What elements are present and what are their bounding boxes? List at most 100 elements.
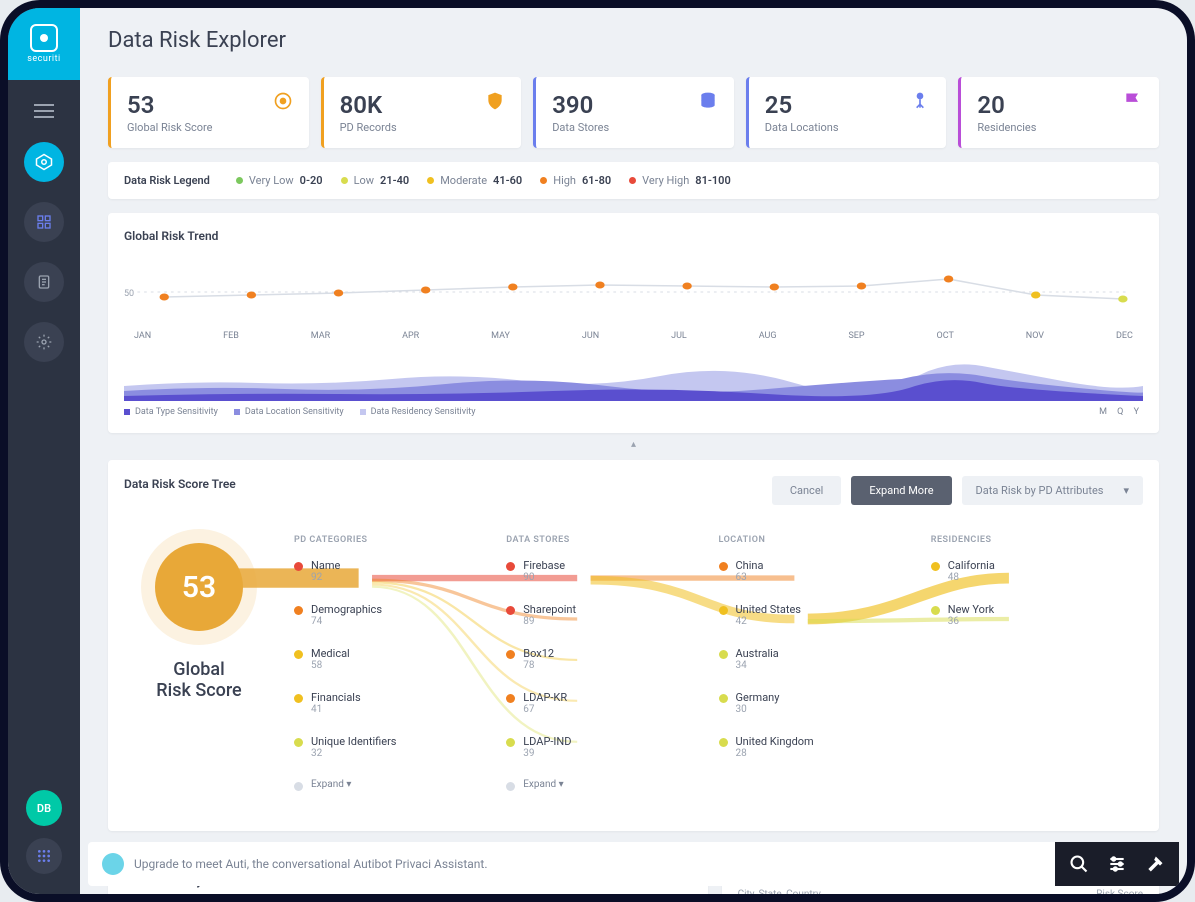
filter-sliders-icon[interactable] xyxy=(1107,854,1127,874)
legend-item: Low 21-40 xyxy=(341,174,410,187)
chat-bar[interactable]: Upgrade to meet Auti, the conversational… xyxy=(88,842,1055,886)
risk-dot-icon xyxy=(719,606,728,615)
node-name: LDAP-KR xyxy=(523,691,567,704)
tree-node[interactable]: Name92 xyxy=(294,559,506,583)
node-name: Unique Identifiers xyxy=(311,735,396,748)
expand-more-button[interactable]: Expand More xyxy=(851,476,951,505)
expand-link[interactable]: Expand ▾ xyxy=(311,779,351,790)
risk-dot-icon xyxy=(506,562,515,571)
flag-icon xyxy=(1123,91,1143,111)
node-name: United States xyxy=(736,603,801,616)
tree-node[interactable]: United States42 xyxy=(719,603,931,627)
trend-area-chart[interactable] xyxy=(124,351,1143,401)
node-name: Sharepoint xyxy=(523,603,576,616)
node-name: Demographics xyxy=(311,603,382,616)
kpi-residencies[interactable]: 20Residencies xyxy=(958,77,1159,148)
risk-dot-icon xyxy=(294,694,303,703)
node-value: 67 xyxy=(523,704,567,715)
node-value: 28 xyxy=(736,748,814,759)
user-avatar[interactable]: DB xyxy=(26,790,62,826)
kpi-global-risk-score[interactable]: 53Global Risk Score xyxy=(108,77,309,148)
collapse-handle-icon[interactable]: ▴ xyxy=(108,439,1159,450)
risk-dot-icon xyxy=(294,606,303,615)
kpi-value: 20 xyxy=(977,91,1036,119)
nav-settings-icon[interactable] xyxy=(24,322,64,362)
kpi-data-locations[interactable]: 25 Data Locations xyxy=(746,77,947,148)
node-value: 58 xyxy=(311,660,350,671)
attribute-dropdown[interactable]: Data Risk by PD Attributes▾ xyxy=(962,476,1143,505)
expand-dot-icon xyxy=(294,782,303,791)
build-hammer-icon[interactable] xyxy=(1145,854,1165,874)
legend-title: Data Risk Legend xyxy=(124,174,210,187)
search-icon[interactable] xyxy=(1069,854,1089,874)
tree-node[interactable]: California48 xyxy=(931,559,1143,583)
tree-node[interactable]: Box1278 xyxy=(506,647,718,671)
nav-dashboard-icon[interactable] xyxy=(24,202,64,242)
chevron-down-icon: ▾ xyxy=(1123,484,1129,497)
kpi-data-stores[interactable]: 390 Data Stores xyxy=(533,77,734,148)
tree-node[interactable]: United Kingdom28 xyxy=(719,735,931,759)
chat-bubble-icon xyxy=(102,853,124,875)
hamburger-menu-icon[interactable] xyxy=(34,104,54,118)
node-name: Firebase xyxy=(523,559,565,572)
node-value: 30 xyxy=(736,704,780,715)
node-name: Name xyxy=(311,559,340,572)
trend-legend-item: Data Residency Sensitivity xyxy=(360,407,476,417)
kpi-label: Data Locations xyxy=(765,121,839,134)
tree-node[interactable]: LDAP-KR67 xyxy=(506,691,718,715)
apps-grid-icon[interactable] xyxy=(26,838,62,874)
tree-node[interactable]: Financials41 xyxy=(294,691,506,715)
chat-prompt: Upgrade to meet Auti, the conversational… xyxy=(134,857,488,871)
node-name: New York xyxy=(948,603,995,616)
kpi-value: 390 xyxy=(552,91,609,119)
kpi-row: 53Global Risk Score 80K PD Records 390 Dat… xyxy=(108,77,1159,148)
risk-dot-icon xyxy=(294,650,303,659)
tree-column-header: DATA STORES xyxy=(506,535,718,545)
brand-logo[interactable]: securiti xyxy=(8,8,80,80)
node-value: 92 xyxy=(311,572,340,583)
node-name: Financials xyxy=(311,691,361,704)
tree-node[interactable]: Firebase90 xyxy=(506,559,718,583)
kpi-pd-records[interactable]: 80K PD Records xyxy=(321,77,522,148)
node-value: 41 xyxy=(311,704,361,715)
node-value: 42 xyxy=(736,616,801,627)
node-value: 78 xyxy=(523,660,554,671)
sidebar: securiti DB xyxy=(8,8,80,894)
tree-node[interactable]: Germany30 xyxy=(719,691,931,715)
risk-dot-icon xyxy=(294,562,303,571)
kpi-value: 80K xyxy=(340,91,397,119)
score-label: Global Risk Score xyxy=(156,659,241,701)
tree-node[interactable]: Medical58 xyxy=(294,647,506,671)
tree-node[interactable]: LDAP-IND39 xyxy=(506,735,718,759)
risk-score-tree-panel: Data Risk Score Tree Cancel Expand More … xyxy=(108,460,1159,831)
tree-node[interactable]: Australia34 xyxy=(719,647,931,671)
nav-data-risk-icon[interactable] xyxy=(24,142,64,182)
kpi-label: PD Records xyxy=(340,121,397,134)
node-value: 34 xyxy=(736,660,779,671)
range-toggle[interactable]: M Q Y xyxy=(1099,407,1143,417)
tree-node[interactable]: China63 xyxy=(719,559,931,583)
node-value: 89 xyxy=(523,616,576,627)
tree-column-header: LOCATION xyxy=(719,535,931,545)
tree-node[interactable]: Unique Identifiers32 xyxy=(294,735,506,759)
expand-link[interactable]: Expand ▾ xyxy=(523,779,563,790)
risk-dot-icon xyxy=(506,650,515,659)
tool-bar xyxy=(1055,842,1179,886)
node-name: Medical xyxy=(311,647,350,660)
cancel-button[interactable]: Cancel xyxy=(772,476,841,505)
tree-node[interactable]: New York36 xyxy=(931,603,1143,627)
kpi-value: 53 xyxy=(127,91,212,119)
y-axis-tick: 50 xyxy=(124,289,134,299)
tree-title: Data Risk Score Tree xyxy=(124,477,236,491)
node-value: 39 xyxy=(523,748,571,759)
global-score-circle[interactable]: 53 xyxy=(155,543,243,631)
trend-line-chart[interactable]: 50 xyxy=(124,257,1143,327)
tree-node[interactable]: Sharepoint89 xyxy=(506,603,718,627)
tree-node[interactable]: Demographics74 xyxy=(294,603,506,627)
kpi-value: 25 xyxy=(765,91,839,119)
nav-reports-icon[interactable] xyxy=(24,262,64,302)
tree-column: PD CATEGORIESName92Demographics74Medical… xyxy=(294,535,506,815)
kpi-label: Data Stores xyxy=(552,121,609,134)
risk-dot-icon xyxy=(719,562,728,571)
risk-dot-icon xyxy=(719,738,728,747)
